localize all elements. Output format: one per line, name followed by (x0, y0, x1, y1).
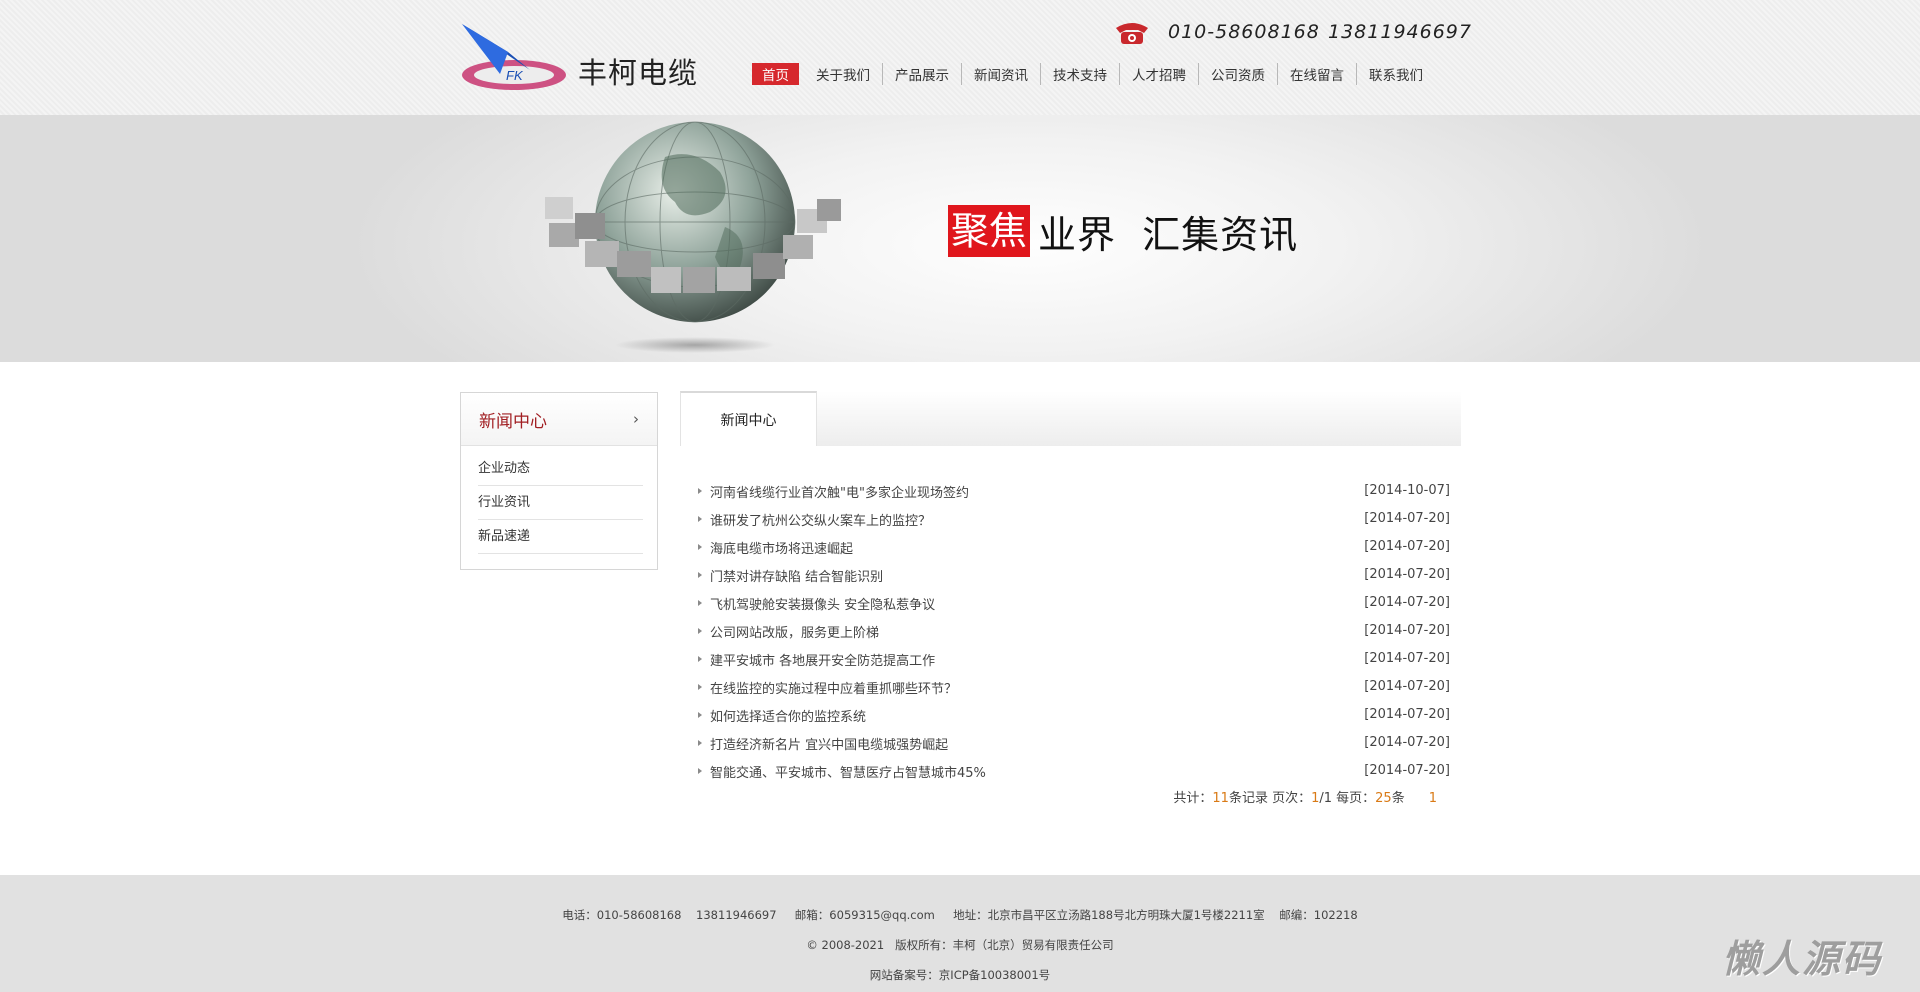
news-title-link[interactable]: 海底电缆市场将迅速崛起 (710, 538, 853, 557)
sidebar-list: 企业动态 行业资讯 新品速递 (461, 446, 657, 554)
news-date: [2014-07-20] (1364, 707, 1450, 722)
news-date: [2014-07-20] (1364, 763, 1450, 778)
list-item: 建平安城市 各地展开安全防范提高工作 [2014-07-20] (698, 645, 1450, 673)
news-title-link[interactable]: 打造经济新名片 宜兴中国电缆城强势崛起 (710, 734, 948, 753)
news-title-link[interactable]: 在线监控的实施过程中应着重抓哪些环节？ (710, 678, 957, 697)
news-title-link[interactable]: 建平安城市 各地展开安全防范提高工作 (710, 650, 935, 669)
list-item: 如何选择适合你的监控系统 [2014-07-20] (698, 701, 1450, 729)
phone-number-2: 13811946697 (1328, 21, 1472, 43)
nav-item-home[interactable]: 首页 (752, 63, 799, 85)
site-footer: 电话：010-58608168 13811946697 邮箱：6059315@q… (0, 875, 1920, 992)
sidebar-item-company-news[interactable]: 企业动态 (478, 452, 643, 486)
triangle-bullet-icon (698, 628, 702, 634)
banner-slogan: 聚焦 业界 汇集资讯 (948, 203, 1298, 259)
nav-item-message[interactable]: 在线留言 (1277, 63, 1356, 85)
news-date: [2014-07-20] (1364, 623, 1450, 638)
slogan-highlight: 聚焦 (948, 205, 1031, 257)
list-item: 打造经济新名片 宜兴中国电缆城强势崛起 [2014-07-20] (698, 729, 1450, 757)
news-list: 河南省线缆行业首次触"电"多家企业现场签约 [2014-10-07] 谁研发了杭州… (698, 477, 1450, 785)
list-item: 河南省线缆行业首次触"电"多家企业现场签约 [2014-10-07] (698, 477, 1450, 505)
pager-records-label: 条记录 页次： (1228, 791, 1312, 806)
site-logo[interactable]: FK 丰柯电缆 (460, 22, 700, 94)
tab-bar: 新闻中心 (680, 391, 1461, 446)
triangle-bullet-icon (698, 600, 702, 606)
triangle-bullet-icon (698, 768, 702, 774)
list-item: 智能交通、平安城市、智慧医疗占智慧城市45% [2014-07-20] (698, 757, 1450, 785)
nav-item-products[interactable]: 产品展示 (882, 63, 961, 85)
sidebar-item-new-products[interactable]: 新品速递 (478, 520, 643, 554)
pager-page-count: /1 (1319, 791, 1333, 806)
list-item: 公司网站改版，服务更上阶梯 [2014-07-20] (698, 617, 1450, 645)
footer-icp: 网站备案号：京ICP备10038001号 (869, 968, 1051, 982)
corner-watermark: 懒人源码 (1722, 937, 1883, 981)
banner: 聚焦 业界 汇集资讯 (0, 115, 1920, 362)
news-date: [2014-07-20] (1364, 595, 1450, 610)
news-date: [2014-07-20] (1364, 679, 1450, 694)
news-date: [2014-07-20] (1364, 567, 1450, 582)
nav-item-news[interactable]: 新闻资讯 (961, 63, 1040, 85)
site-header: FK 丰柯电缆 010-58608168 13811946697 首页 关于我们… (0, 0, 1920, 115)
nav-item-jobs[interactable]: 人才招聘 (1119, 63, 1198, 85)
news-title-link[interactable]: 谁研发了杭州公交纵火案车上的监控？ (710, 510, 931, 529)
pager-unit: 条 (1391, 791, 1405, 806)
pagination: 共计：11条记录 页次：1/1 每页：25条 1 (1173, 787, 1437, 806)
slogan-text: 业界 汇集资讯 (1038, 212, 1299, 257)
main-content: 新闻中心 河南省线缆行业首次触"电"多家企业现场签约 [2014-10-07] 谁… (680, 391, 1461, 841)
pager-total: 11 (1212, 791, 1229, 806)
nav-item-contact[interactable]: 联系我们 (1356, 63, 1435, 85)
telephone-icon (1116, 23, 1148, 44)
main-nav: 首页 关于我们 产品展示 新闻资讯 技术支持 人才招聘 公司资质 在线留言 联系… (752, 62, 1435, 86)
pager-per-page-label: 每页： (1332, 791, 1376, 806)
list-item: 飞机驾驶舱安装摄像头 安全隐私惹争议 [2014-07-20] (698, 589, 1450, 617)
triangle-bullet-icon (698, 712, 702, 718)
fk-logo-icon: FK (462, 24, 566, 90)
nav-item-support[interactable]: 技术支持 (1040, 63, 1119, 85)
news-date: [2014-10-07] (1364, 483, 1450, 498)
news-title-link[interactable]: 如何选择适合你的监控系统 (710, 706, 866, 725)
nav-item-about[interactable]: 关于我们 (804, 63, 882, 85)
list-item: 门禁对讲存缺陷 结合智能识别 [2014-07-20] (698, 561, 1450, 589)
sidebar-header[interactable]: 新闻中心 › (461, 393, 657, 446)
triangle-bullet-icon (698, 740, 702, 746)
triangle-bullet-icon (698, 656, 702, 662)
list-item: 在线监控的实施过程中应着重抓哪些环节？ [2014-07-20] (698, 673, 1450, 701)
sidebar-title: 新闻中心 (479, 411, 547, 432)
globe-image (545, 121, 841, 353)
logo-letters: FK (506, 68, 524, 83)
triangle-bullet-icon (698, 572, 702, 578)
sidebar: 新闻中心 › 企业动态 行业资讯 新品速递 (460, 392, 658, 570)
nav-item-qualifications[interactable]: 公司资质 (1198, 63, 1277, 85)
news-title-link[interactable]: 门禁对讲存缺陷 结合智能识别 (710, 566, 883, 585)
chevron-right-icon: › (633, 410, 639, 428)
news-date: [2014-07-20] (1364, 735, 1450, 750)
brand-name: 丰柯电缆 (578, 56, 699, 90)
page-link-1[interactable]: 1 (1429, 791, 1437, 806)
news-date: [2014-07-20] (1364, 539, 1450, 554)
triangle-bullet-icon (698, 516, 702, 522)
pager-total-label: 共计： (1173, 791, 1213, 806)
triangle-bullet-icon (698, 684, 702, 690)
triangle-bullet-icon (698, 488, 702, 494)
pager-per-page: 25 (1375, 791, 1392, 806)
news-title-link[interactable]: 河南省线缆行业首次触"电"多家企业现场签约 (710, 482, 969, 501)
list-item: 海底电缆市场将迅速崛起 [2014-07-20] (698, 533, 1450, 561)
news-date: [2014-07-20] (1364, 651, 1450, 666)
news-title-link[interactable]: 公司网站改版，服务更上阶梯 (710, 622, 879, 641)
news-title-link[interactable]: 飞机驾驶舱安装摄像头 安全隐私惹争议 (710, 594, 935, 613)
sidebar-item-industry-news[interactable]: 行业资讯 (478, 486, 643, 520)
triangle-bullet-icon (698, 544, 702, 550)
news-title-link[interactable]: 智能交通、平安城市、智慧医疗占智慧城市45% (710, 762, 986, 781)
news-date: [2014-07-20] (1364, 511, 1450, 526)
footer-contact: 电话：010-58608168 13811946697 邮箱：6059315@q… (562, 908, 1358, 922)
phone-number-1: 010-58608168 (1168, 21, 1320, 43)
tab-news-center[interactable]: 新闻中心 (680, 391, 817, 446)
footer-copyright: © 2008-2021 版权所有：丰柯（北京）贸易有限责任公司 (806, 938, 1114, 952)
list-item: 谁研发了杭州公交纵火案车上的监控？ [2014-07-20] (698, 505, 1450, 533)
